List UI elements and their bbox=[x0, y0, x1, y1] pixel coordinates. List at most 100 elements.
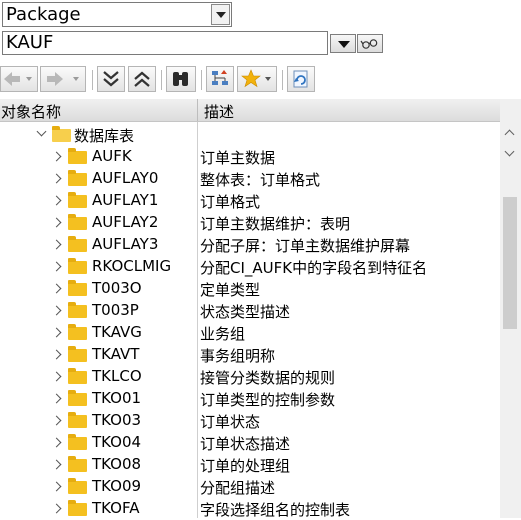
folder-icon bbox=[68, 302, 87, 318]
object-name: TKO03 bbox=[92, 411, 142, 429]
chevron-right-icon[interactable] bbox=[51, 261, 62, 272]
chevron-right-icon[interactable] bbox=[51, 437, 62, 448]
object-description: 状态类型描述 bbox=[200, 303, 291, 321]
object-type-select[interactable]: Package bbox=[2, 2, 232, 27]
forward-button[interactable] bbox=[40, 66, 86, 92]
object-name: TKO04 bbox=[92, 433, 142, 451]
expand-all-button[interactable] bbox=[97, 66, 125, 92]
object-description: 分配子屏：订单主数据维护屏幕 bbox=[200, 237, 411, 255]
toolbar-separator bbox=[282, 70, 283, 90]
object-description: 定单类型 bbox=[200, 281, 261, 299]
tree-row[interactable]: AUFLAY1 订单格式 bbox=[0, 190, 500, 212]
tree-row[interactable]: T003O 定单类型 bbox=[0, 278, 500, 300]
collapse-all-button[interactable] bbox=[128, 66, 156, 92]
find-button[interactable] bbox=[166, 66, 196, 92]
folder-open-icon bbox=[52, 126, 71, 142]
folder-icon bbox=[68, 412, 87, 428]
object-description: 接管分类数据的规则 bbox=[200, 369, 336, 387]
tree-row[interactable]: TKO01 订单类型的控制参数 bbox=[0, 388, 500, 410]
tree-root-node[interactable]: 数据库表 bbox=[0, 124, 500, 146]
chevron-right-icon[interactable] bbox=[51, 459, 62, 470]
tree-row[interactable]: AUFLAY3 分配子屏：订单主数据维护屏幕 bbox=[0, 234, 500, 256]
folder-icon bbox=[68, 214, 87, 230]
scrollbar-thumb[interactable] bbox=[503, 197, 517, 329]
chevron-right-icon[interactable] bbox=[51, 393, 62, 404]
tree-row[interactable]: TKO04 订单状态描述 bbox=[0, 432, 500, 454]
tree-row[interactable]: AUFK 订单主数据 bbox=[0, 146, 500, 168]
tree-row[interactable]: TKO09 分配组描述 bbox=[0, 476, 500, 498]
chevron-right-icon[interactable] bbox=[51, 349, 62, 360]
chevron-right-icon[interactable] bbox=[51, 327, 62, 338]
object-description: 订单格式 bbox=[200, 193, 261, 211]
hierarchy-button[interactable] bbox=[206, 66, 234, 92]
expand-all-icon bbox=[103, 71, 119, 87]
refresh-icon bbox=[293, 70, 308, 88]
refresh-button[interactable] bbox=[287, 66, 315, 92]
tree-row[interactable]: T003P 状态类型描述 bbox=[0, 300, 500, 322]
tree-row[interactable]: TKLCO 接管分类数据的规则 bbox=[0, 366, 500, 388]
chevron-right-icon[interactable] bbox=[51, 195, 62, 206]
favorites-button[interactable] bbox=[237, 66, 277, 92]
chevron-right-icon[interactable] bbox=[51, 173, 62, 184]
chevron-right-icon[interactable] bbox=[51, 283, 62, 294]
column-description[interactable]: 描述 bbox=[204, 101, 234, 122]
display-glasses-button[interactable] bbox=[357, 34, 383, 53]
tree-row[interactable]: RKOCLMIG 分配CI_AUFK中的字段名到特征名 bbox=[0, 256, 500, 278]
chevron-down-icon[interactable] bbox=[211, 4, 230, 25]
object-description: 订单类型的控制参数 bbox=[200, 391, 336, 409]
favorites-star-icon bbox=[241, 69, 271, 88]
object-name: T003O bbox=[92, 279, 142, 297]
object-name: AUFLAY2 bbox=[92, 213, 159, 231]
column-object-name[interactable]: 对象名称 bbox=[1, 101, 61, 122]
tree-row[interactable]: TKOFA 字段选择组名的控制表 bbox=[0, 498, 500, 520]
chevron-right-icon[interactable] bbox=[51, 481, 62, 492]
object-name-input[interactable]: KAUF bbox=[2, 31, 328, 55]
folder-icon bbox=[68, 192, 87, 208]
back-arrow-icon bbox=[4, 72, 32, 86]
collapse-all-icon bbox=[134, 71, 150, 87]
tree-row[interactable]: TKAVT 事务组明称 bbox=[0, 344, 500, 366]
folder-icon bbox=[68, 346, 87, 362]
folder-icon bbox=[68, 324, 87, 340]
chevron-right-icon[interactable] bbox=[51, 239, 62, 250]
folder-icon bbox=[68, 478, 87, 494]
chevron-right-icon[interactable] bbox=[51, 217, 62, 228]
history-dropdown-button[interactable] bbox=[330, 34, 356, 53]
object-description: 订单主数据维护：表明 bbox=[200, 215, 351, 233]
object-name: TKAVG bbox=[92, 323, 142, 341]
object-description: 分配CI_AUFK中的字段名到特征名 bbox=[200, 259, 428, 277]
tree-node-label: 数据库表 bbox=[74, 127, 135, 145]
chevron-down-icon[interactable] bbox=[36, 126, 47, 137]
tree-row[interactable]: AUFLAY0 整体表：订单格式 bbox=[0, 168, 500, 190]
binoculars-icon bbox=[173, 72, 188, 86]
object-description: 整体表：订单格式 bbox=[200, 171, 321, 189]
back-button[interactable] bbox=[0, 66, 38, 92]
chevron-right-icon[interactable] bbox=[51, 151, 62, 162]
object-name: T003P bbox=[92, 301, 139, 319]
object-name: TKAVT bbox=[92, 345, 140, 363]
folder-icon bbox=[68, 236, 87, 252]
tree-row[interactable]: TKO03 订单状态 bbox=[0, 410, 500, 432]
glasses-icon bbox=[360, 39, 378, 49]
object-name-value: KAUF bbox=[6, 32, 54, 53]
chevron-right-icon[interactable] bbox=[51, 305, 62, 316]
folder-icon bbox=[68, 434, 87, 450]
folder-icon bbox=[68, 258, 87, 274]
tree-row[interactable]: AUFLAY2 订单主数据维护：表明 bbox=[0, 212, 500, 234]
chevron-right-icon[interactable] bbox=[51, 415, 62, 426]
object-description: 事务组明称 bbox=[200, 347, 276, 365]
object-description: 业务组 bbox=[200, 325, 246, 343]
hierarchy-sort-icon bbox=[212, 70, 228, 85]
tree-row[interactable]: TKAVG 业务组 bbox=[0, 322, 500, 344]
folder-icon bbox=[68, 390, 87, 406]
chevron-right-icon[interactable] bbox=[51, 503, 62, 514]
tree-column-header: 对象名称 描述 bbox=[0, 99, 500, 122]
folder-icon bbox=[68, 170, 87, 186]
object-description: 分配组描述 bbox=[200, 479, 276, 497]
folder-icon bbox=[68, 456, 87, 472]
object-name: TKOFA bbox=[92, 499, 140, 517]
chevron-right-icon[interactable] bbox=[51, 371, 62, 382]
folder-icon bbox=[68, 148, 87, 164]
tree-row[interactable]: TKO08 订单的处理组 bbox=[0, 454, 500, 476]
object-description: 订单状态 bbox=[200, 413, 261, 431]
